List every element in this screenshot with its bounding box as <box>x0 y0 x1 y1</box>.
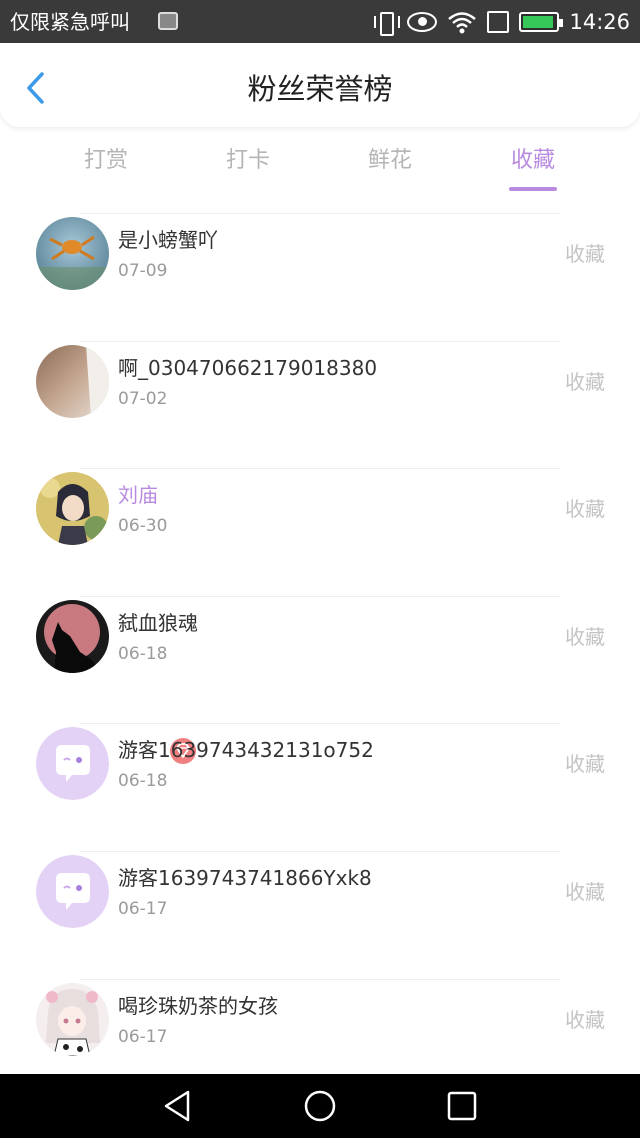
fan-date: 06-18 <box>118 771 168 792</box>
fan-list: 是小螃蟹吖 07-09 收藏 啊_030470662179018380 07-0… <box>0 200 640 1093</box>
eye-comfort-icon <box>407 12 438 32</box>
fan-date: 06-18 <box>118 643 168 664</box>
list-item[interactable]: 是小螃蟹吖 07-09 收藏 <box>0 200 640 328</box>
fan-date: 06-30 <box>118 516 168 537</box>
list-item[interactable]: 弑血狼魂 06-18 收藏 <box>0 583 640 711</box>
collect-label: 收藏 <box>565 879 605 904</box>
collect-label: 收藏 <box>565 242 605 266</box>
row-divider <box>80 595 560 597</box>
blurred-photo-avatar[interactable] <box>36 344 109 418</box>
fan-date: 06-17 <box>118 898 168 919</box>
collect-label: 收藏 <box>565 752 605 777</box>
battery-icon <box>519 12 564 32</box>
fan-name: 游客1639743432131o752 <box>118 738 374 763</box>
fan-name: 游客1639743741866Yxk8 <box>118 865 372 890</box>
fan-name: 刘庙 <box>118 483 158 508</box>
tab-flowers[interactable]: 鲜花 <box>340 146 440 176</box>
clock: 14:26 <box>569 10 630 34</box>
collect-label: 收藏 <box>565 1007 605 1032</box>
fan-name: 啊_030470662179018380 <box>118 355 378 380</box>
tab-checkin[interactable]: 打卡 <box>198 146 298 176</box>
row-divider <box>80 468 560 470</box>
image-notification-icon <box>158 12 178 30</box>
list-item[interactable]: 啊_030470662179018380 07-02 收藏 <box>0 328 640 456</box>
crab-photo-avatar[interactable] <box>36 217 109 290</box>
active-tab-indicator <box>509 187 557 191</box>
nav-back-icon[interactable] <box>160 1088 196 1124</box>
nav-recents-icon[interactable] <box>444 1088 480 1124</box>
collect-label: 收藏 <box>565 369 605 394</box>
vibrate-icon <box>373 10 401 36</box>
tab-collect[interactable]: 收藏 <box>483 146 583 176</box>
row-divider <box>80 340 560 342</box>
list-item[interactable]: 游客1639743432131o752 06-18 收藏 <box>0 710 640 838</box>
system-nav-bar <box>0 1074 640 1138</box>
list-item[interactable]: 刘庙 06-30 收藏 <box>0 455 640 765</box>
status-bar: 仅限紧急呼叫 14:26 <box>0 0 640 43</box>
fan-name: 弑血狼魂 <box>118 610 198 635</box>
list-item[interactable]: 游客1639743741866Yxk8 06-17 收藏 <box>0 838 640 966</box>
row-divider <box>80 850 560 852</box>
row-divider <box>80 723 560 725</box>
nav-home-icon[interactable] <box>302 1088 338 1124</box>
anime-girl-avatar[interactable] <box>36 982 109 1056</box>
fan-date: 06-17 <box>118 1026 168 1047</box>
wifi-icon <box>448 12 477 34</box>
wolf-moon-avatar[interactable] <box>36 599 109 673</box>
anime-character-avatar[interactable] <box>36 472 109 546</box>
default-chat-avatar[interactable] <box>36 854 109 928</box>
row-divider <box>80 978 560 980</box>
collect-label: 收藏 <box>565 497 605 522</box>
row-divider <box>80 213 560 214</box>
tab-reward[interactable]: 打赏 <box>56 146 156 176</box>
sim-card-icon <box>487 11 510 33</box>
fan-date: 07-02 <box>118 388 168 409</box>
fan-name: 喝珍珠奶茶的女孩 <box>118 993 278 1018</box>
collect-label: 收藏 <box>565 624 605 649</box>
carrier-text: 仅限紧急呼叫 <box>10 10 130 34</box>
fan-date: 07-09 <box>118 261 168 281</box>
page-title: 粉丝荣誉榜 <box>247 72 393 106</box>
tab-bar: 打赏 打卡 鲜花 收藏 <box>0 140 640 200</box>
default-chat-avatar[interactable] <box>36 727 109 801</box>
fan-name: 是小螃蟹吖 <box>118 228 218 252</box>
app-header: 粉丝荣誉榜 <box>0 43 640 127</box>
